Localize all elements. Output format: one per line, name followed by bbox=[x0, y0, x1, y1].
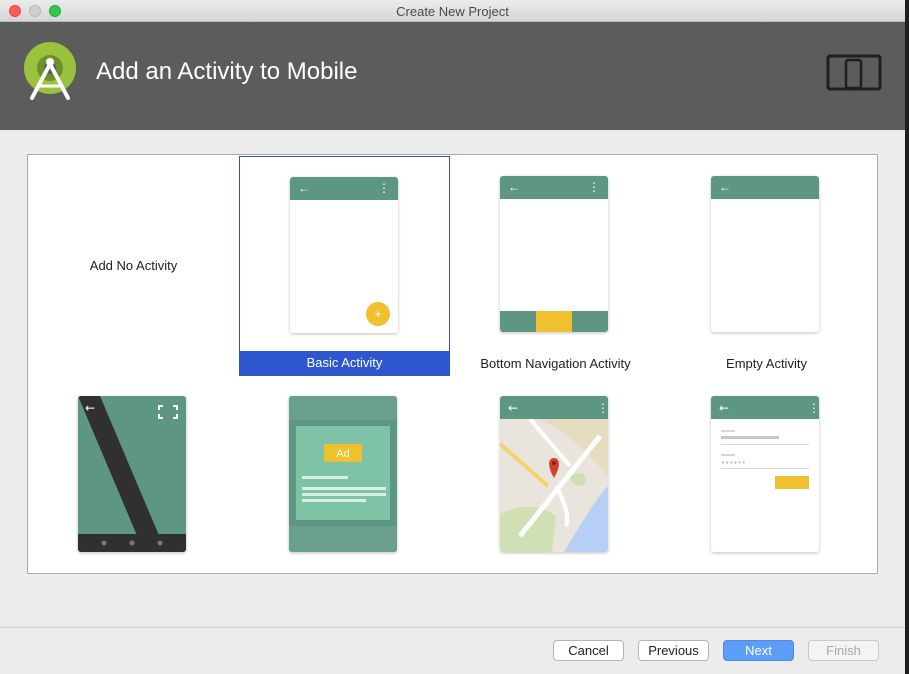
activity-gallery: Add No Activity ← ⋮ + Basic Activity ← ⋮… bbox=[27, 154, 878, 574]
svg-text:••••••: •••••• bbox=[721, 459, 746, 467]
svg-text:⋮: ⋮ bbox=[808, 401, 819, 415]
page-title: Add an Activity to Mobile bbox=[96, 58, 358, 85]
activity-google-maps[interactable]: ← ⋮ bbox=[450, 376, 661, 596]
activity-login[interactable]: ← ⋮ •••••• bbox=[661, 376, 872, 596]
window-title: Create New Project bbox=[396, 4, 509, 19]
activity-empty[interactable]: ← Empty Activity bbox=[661, 156, 872, 376]
activity-label: Bottom Navigation Activity bbox=[480, 356, 631, 371]
svg-text:←: ← bbox=[719, 401, 729, 415]
background-edge bbox=[905, 0, 909, 674]
overflow-menu-icon: ⋮ bbox=[588, 180, 600, 194]
bottom-nav-bar bbox=[500, 311, 608, 332]
svg-text:⋮: ⋮ bbox=[597, 401, 608, 415]
next-button[interactable]: Next bbox=[723, 640, 794, 661]
back-arrow-icon: ← bbox=[298, 181, 310, 195]
previous-button[interactable]: Previous bbox=[638, 640, 709, 661]
app-bar: ← ⋮ bbox=[290, 177, 398, 200]
basic-activity-thumbnail: ← ⋮ + bbox=[290, 177, 398, 333]
cancel-button[interactable]: Cancel bbox=[553, 640, 624, 661]
fullscreen-activity-thumbnail: ← bbox=[78, 396, 186, 552]
app-bar: ← ⋮ bbox=[500, 176, 608, 199]
activity-basic[interactable]: ← ⋮ + Basic Activity bbox=[239, 156, 450, 376]
activity-bottom-navigation[interactable]: ← ⋮ Bottom Navigation Activity bbox=[450, 156, 661, 376]
admob-activity-thumbnail: Ad bbox=[289, 396, 397, 552]
ad-label: Ad bbox=[336, 448, 349, 460]
activity-add-no-activity[interactable]: Add No Activity bbox=[28, 155, 239, 375]
overflow-menu-icon: ⋮ bbox=[378, 181, 390, 195]
app-bar: ← bbox=[711, 176, 819, 199]
create-project-window: Create New Project Add an Activity to Mo… bbox=[0, 0, 905, 674]
svg-text:←: ← bbox=[508, 401, 518, 415]
mobile-device-icon bbox=[826, 54, 882, 91]
svg-text:←: ← bbox=[85, 401, 95, 415]
finish-button[interactable]: Finish bbox=[808, 640, 879, 661]
fab-plus-icon: + bbox=[366, 302, 390, 326]
footer-divider bbox=[0, 627, 905, 628]
android-studio-logo-icon bbox=[24, 42, 76, 100]
google-maps-activity-thumbnail: ← ⋮ bbox=[500, 396, 608, 552]
back-arrow-icon: ← bbox=[508, 180, 520, 194]
activity-label: Add No Activity bbox=[89, 258, 178, 273]
activity-fullscreen[interactable]: ← bbox=[28, 376, 239, 596]
empty-activity-thumbnail: ← bbox=[711, 176, 819, 332]
activity-label: Empty Activity bbox=[726, 356, 807, 371]
bottom-navigation-thumbnail: ← ⋮ bbox=[500, 176, 608, 332]
title-bar[interactable]: Create New Project bbox=[0, 0, 905, 22]
wizard-header: Add an Activity to Mobile bbox=[0, 22, 905, 130]
activity-label: Basic Activity bbox=[240, 351, 449, 375]
login-activity-thumbnail: ← ⋮ •••••• bbox=[711, 396, 819, 552]
activity-admob[interactable]: Ad bbox=[239, 376, 450, 596]
back-arrow-icon: ← bbox=[719, 180, 731, 194]
